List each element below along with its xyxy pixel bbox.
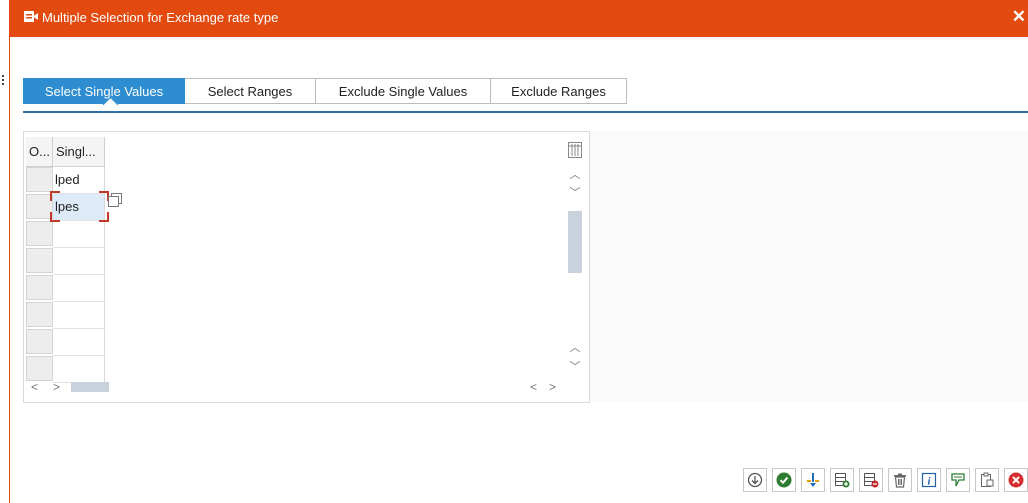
row-selector[interactable] [26, 194, 53, 219]
check-icon [776, 472, 792, 488]
scroll-down-icon[interactable]: ﹀ [565, 359, 585, 375]
info-icon: i [921, 472, 937, 488]
scroll-left-icon[interactable]: < [31, 378, 38, 396]
window-left-border [9, 0, 10, 503]
horizontal-scroll-thumb[interactable] [71, 382, 109, 392]
resize-grip[interactable] [2, 75, 4, 87]
title-bar: Multiple Selection for Exchange rate typ… [10, 0, 1028, 37]
info-button[interactable]: i [917, 468, 941, 492]
tab-exclude-single-values[interactable]: Exclude Single Values [316, 78, 491, 104]
delete-row-icon [864, 473, 879, 488]
tab-strip: Select Single Values Select Ranges Exclu… [23, 78, 627, 104]
scroll-right-icon[interactable]: > [53, 378, 60, 396]
focus-corner [50, 191, 60, 201]
dialog-icon [24, 11, 38, 22]
scroll-right-icon[interactable]: > [549, 378, 556, 396]
single-value-cell[interactable] [53, 221, 105, 248]
tab-divider [23, 111, 1028, 113]
column-header-single-value[interactable]: Singl... [53, 137, 105, 167]
copy-icon[interactable] [107, 192, 123, 208]
panel-background [588, 131, 1028, 401]
execute-button[interactable] [743, 468, 767, 492]
filter-button[interactable] [946, 468, 970, 492]
bottom-toolbar: i [743, 468, 1028, 492]
delete-all-button[interactable] [888, 468, 912, 492]
tab-select-single-values[interactable]: Select Single Values [23, 78, 185, 104]
clipboard-upload-icon [981, 472, 994, 487]
single-value-cell[interactable] [53, 248, 105, 275]
focus-corner [50, 212, 60, 222]
focus-corner [99, 212, 109, 222]
row-selector[interactable] [26, 302, 53, 327]
row-selector[interactable] [26, 248, 53, 273]
scroll-left-icon[interactable]: < [530, 378, 537, 396]
single-value-cell[interactable]: lped [53, 167, 105, 194]
single-value-cell[interactable] [53, 302, 105, 329]
import-button[interactable] [801, 468, 825, 492]
horizontal-scrollbar[interactable]: < > < > [26, 378, 586, 396]
cancel-icon [1008, 472, 1024, 488]
row-selector[interactable] [26, 167, 53, 192]
insert-row-button[interactable] [830, 468, 854, 492]
vertical-scrollbar[interactable]: ︿ ﹀ ︿ ﹀ [565, 137, 585, 391]
tab-select-ranges[interactable]: Select Ranges [185, 78, 316, 104]
close-icon[interactable]: ✕ [1012, 8, 1026, 26]
column-settings-icon[interactable] [568, 142, 582, 158]
row-selector[interactable] [26, 275, 53, 300]
filter-icon [951, 473, 965, 487]
row-selector[interactable] [26, 329, 53, 354]
delete-row-button[interactable] [859, 468, 883, 492]
row-selector[interactable] [26, 221, 53, 246]
insert-row-icon [835, 473, 850, 488]
single-value-cell[interactable]: lpes [53, 194, 105, 221]
values-table: O... Singl... lped lpes ︿ ﹀ ︿ ﹀ < > < > [23, 131, 590, 403]
confirm-button[interactable] [772, 468, 796, 492]
clipboard-upload-button[interactable] [975, 468, 999, 492]
scroll-up-icon[interactable]: ︿ [565, 167, 585, 183]
single-value-cell[interactable] [53, 329, 105, 356]
execute-icon [747, 472, 763, 488]
single-value-cell[interactable] [53, 275, 105, 302]
scroll-up-icon[interactable]: ︿ [565, 340, 585, 356]
delete-all-icon [894, 473, 906, 488]
scroll-down-icon[interactable]: ﹀ [565, 185, 585, 201]
import-icon [807, 473, 819, 487]
dialog-title: Multiple Selection for Exchange rate typ… [42, 10, 279, 25]
column-header-option[interactable]: O... [26, 137, 53, 167]
cancel-button[interactable] [1004, 468, 1028, 492]
scroll-thumb[interactable] [568, 211, 582, 273]
tab-exclude-ranges[interactable]: Exclude Ranges [491, 78, 627, 104]
